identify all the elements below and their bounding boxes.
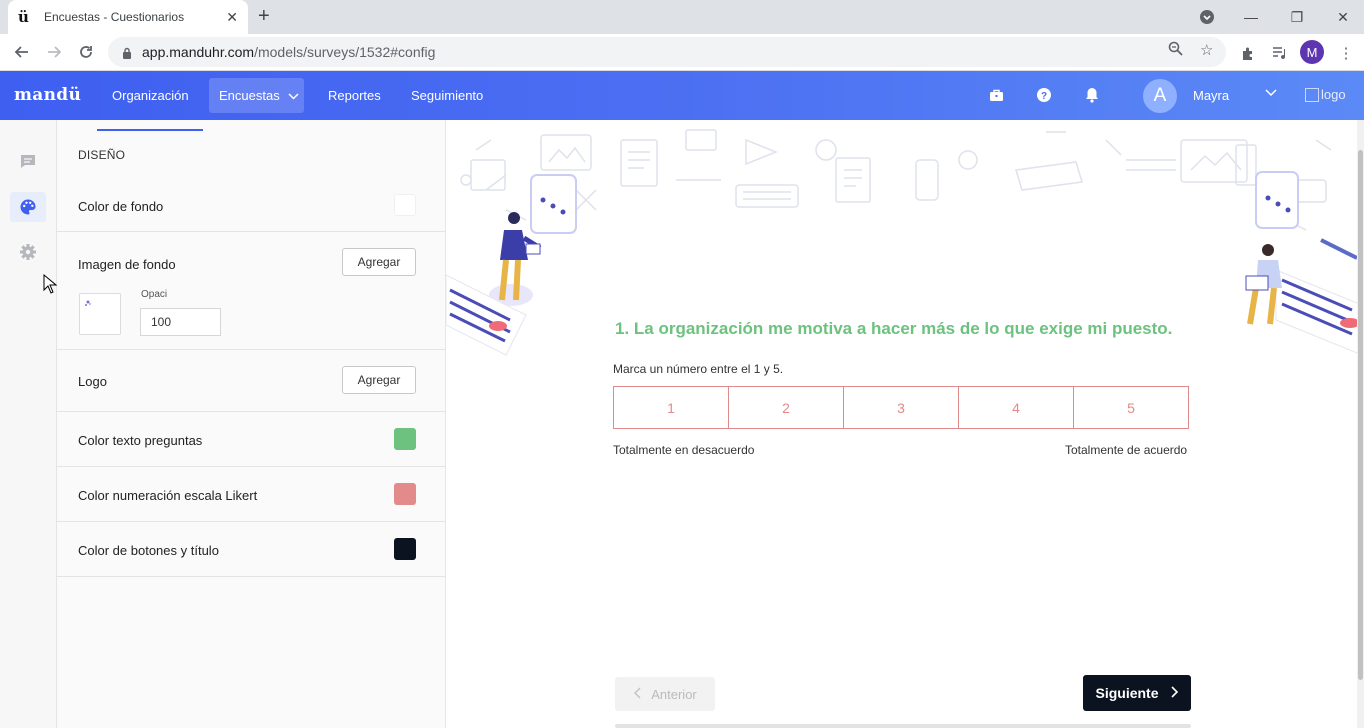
- likert-option-3[interactable]: 3: [844, 387, 959, 428]
- question-hint: Marca un número entre el 1 y 5.: [613, 362, 784, 376]
- tab-title: Encuestas - Cuestionarios: [44, 10, 185, 24]
- design-settings-panel: DISEÑO Color de fondo Imagen de fondo Ag…: [57, 120, 446, 728]
- mouse-cursor-icon: [43, 274, 57, 294]
- left-person-illustration: [446, 174, 577, 356]
- background-color-swatch[interactable]: [394, 194, 416, 216]
- comment-icon[interactable]: [10, 146, 46, 176]
- new-tab-icon[interactable]: +: [258, 5, 270, 27]
- likert-color-swatch[interactable]: [394, 483, 416, 505]
- active-tab-indicator: [97, 129, 203, 131]
- likert-option-1[interactable]: 1: [614, 387, 729, 428]
- briefcase-icon[interactable]: [987, 86, 1005, 104]
- previous-button-label: Anterior: [651, 686, 697, 702]
- user-name[interactable]: Mayra: [1193, 88, 1229, 103]
- chevron-left-icon: [633, 686, 641, 702]
- likert-option-4[interactable]: 4: [959, 387, 1074, 428]
- background-color-row: Color de fondo: [57, 182, 445, 232]
- scrollbar-thumb[interactable]: [1358, 150, 1363, 680]
- add-background-image-button[interactable]: Agregar: [342, 248, 416, 276]
- lock-icon: [122, 46, 132, 59]
- company-logo-alt: logo: [1321, 87, 1346, 102]
- progress-bar: [615, 724, 1191, 728]
- close-tab-icon[interactable]: ✕: [226, 9, 238, 26]
- opacity-input[interactable]: 100: [140, 308, 221, 336]
- extensions-icon[interactable]: [1236, 41, 1260, 65]
- logo-row: Logo Agregar: [57, 350, 445, 412]
- section-title: DISEÑO: [78, 148, 126, 162]
- button-color-label: Color de botones y título: [78, 543, 219, 558]
- next-button[interactable]: Siguiente: [1083, 675, 1191, 711]
- survey-preview: 1. La organización me motiva a hacer más…: [446, 120, 1362, 728]
- close-window-icon[interactable]: ✕: [1320, 0, 1364, 34]
- logo-label: Logo: [78, 374, 107, 389]
- next-button-label: Siguiente: [1095, 685, 1159, 701]
- scale-max-label: Totalmente de acuerdo: [1065, 443, 1188, 457]
- user-avatar[interactable]: A: [1143, 79, 1177, 113]
- forward-icon[interactable]: [40, 38, 68, 66]
- url-host: app.manduhr.com: [142, 44, 255, 60]
- question-color-row: Color texto preguntas: [57, 412, 445, 467]
- browser-toolbar: app.manduhr.com/models/surveys/1532#conf…: [0, 34, 1364, 71]
- url-path: /models/surveys/1532#config: [254, 44, 436, 60]
- nav-encuestas[interactable]: Encuestas: [209, 78, 304, 113]
- restore-icon[interactable]: ❐: [1274, 0, 1320, 34]
- media-control-icon[interactable]: [1268, 41, 1292, 65]
- nav-seguimiento[interactable]: Seguimiento: [401, 71, 493, 120]
- palette-icon[interactable]: [10, 192, 46, 222]
- site-favicon: ü: [18, 8, 29, 26]
- user-menu-chevron-icon[interactable]: [1265, 85, 1277, 100]
- nav-encuestas-label: Encuestas: [219, 88, 280, 103]
- app-navbar: mandü Organización Encuestas Reportes Se…: [0, 71, 1364, 120]
- company-logo: logo: [1305, 87, 1346, 102]
- likert-option-2[interactable]: 2: [729, 387, 844, 428]
- button-color-row: Color de botones y título: [57, 522, 445, 577]
- profile-avatar[interactable]: M: [1300, 40, 1324, 64]
- browser-tab[interactable]: ü Encuestas - Cuestionarios ✕: [8, 0, 248, 34]
- likert-scale: 1 2 3 4 5: [613, 386, 1189, 429]
- chrome-menu-icon[interactable]: ⋮: [1334, 41, 1358, 65]
- chevron-right-icon: [1170, 685, 1179, 701]
- brand-logo[interactable]: mandü: [14, 85, 81, 105]
- tab-search-icon[interactable]: [1184, 0, 1230, 34]
- address-bar[interactable]: app.manduhr.com/models/surveys/1532#conf…: [108, 37, 1226, 67]
- question-color-label: Color texto preguntas: [78, 433, 203, 448]
- bell-icon[interactable]: [1083, 86, 1101, 104]
- gear-icon[interactable]: [10, 237, 46, 267]
- opacity-label: Opaci: [141, 289, 168, 300]
- svg-text:?: ?: [1041, 91, 1047, 102]
- browser-tab-strip: ü Encuestas - Cuestionarios ✕ + — ❐ ✕: [0, 0, 1364, 34]
- nav-organizacion[interactable]: Organización: [102, 71, 199, 120]
- minimize-icon[interactable]: —: [1228, 0, 1274, 34]
- settings-icon-rail: [0, 120, 57, 728]
- add-logo-button[interactable]: Agregar: [342, 366, 416, 394]
- bookmark-star-icon[interactable]: ☆: [1200, 41, 1213, 59]
- back-icon[interactable]: [8, 38, 36, 66]
- reload-icon[interactable]: [72, 38, 100, 66]
- button-color-swatch[interactable]: [394, 538, 416, 560]
- zoom-icon[interactable]: [1168, 41, 1183, 60]
- likert-color-row: Color numeración escala Likert: [57, 467, 445, 522]
- scale-min-label: Totalmente en desacuerdo: [613, 443, 755, 457]
- background-image-label: Imagen de fondo: [78, 257, 176, 272]
- nav-reportes[interactable]: Reportes: [318, 71, 391, 120]
- help-icon[interactable]: ?: [1035, 86, 1053, 104]
- question-color-swatch[interactable]: [394, 428, 416, 450]
- likert-color-label: Color numeración escala Likert: [78, 488, 258, 503]
- background-color-label: Color de fondo: [78, 199, 164, 214]
- right-person-illustration: [1245, 171, 1362, 356]
- previous-button[interactable]: Anterior: [615, 677, 715, 711]
- likert-option-5[interactable]: 5: [1074, 387, 1188, 428]
- broken-image-icon: [1305, 87, 1319, 102]
- page-scrollbar[interactable]: [1357, 120, 1364, 728]
- chevron-down-icon: [288, 88, 299, 103]
- question-text: 1. La organización me motiva a hacer más…: [615, 319, 1173, 338]
- background-image-thumbnail[interactable]: [79, 293, 121, 335]
